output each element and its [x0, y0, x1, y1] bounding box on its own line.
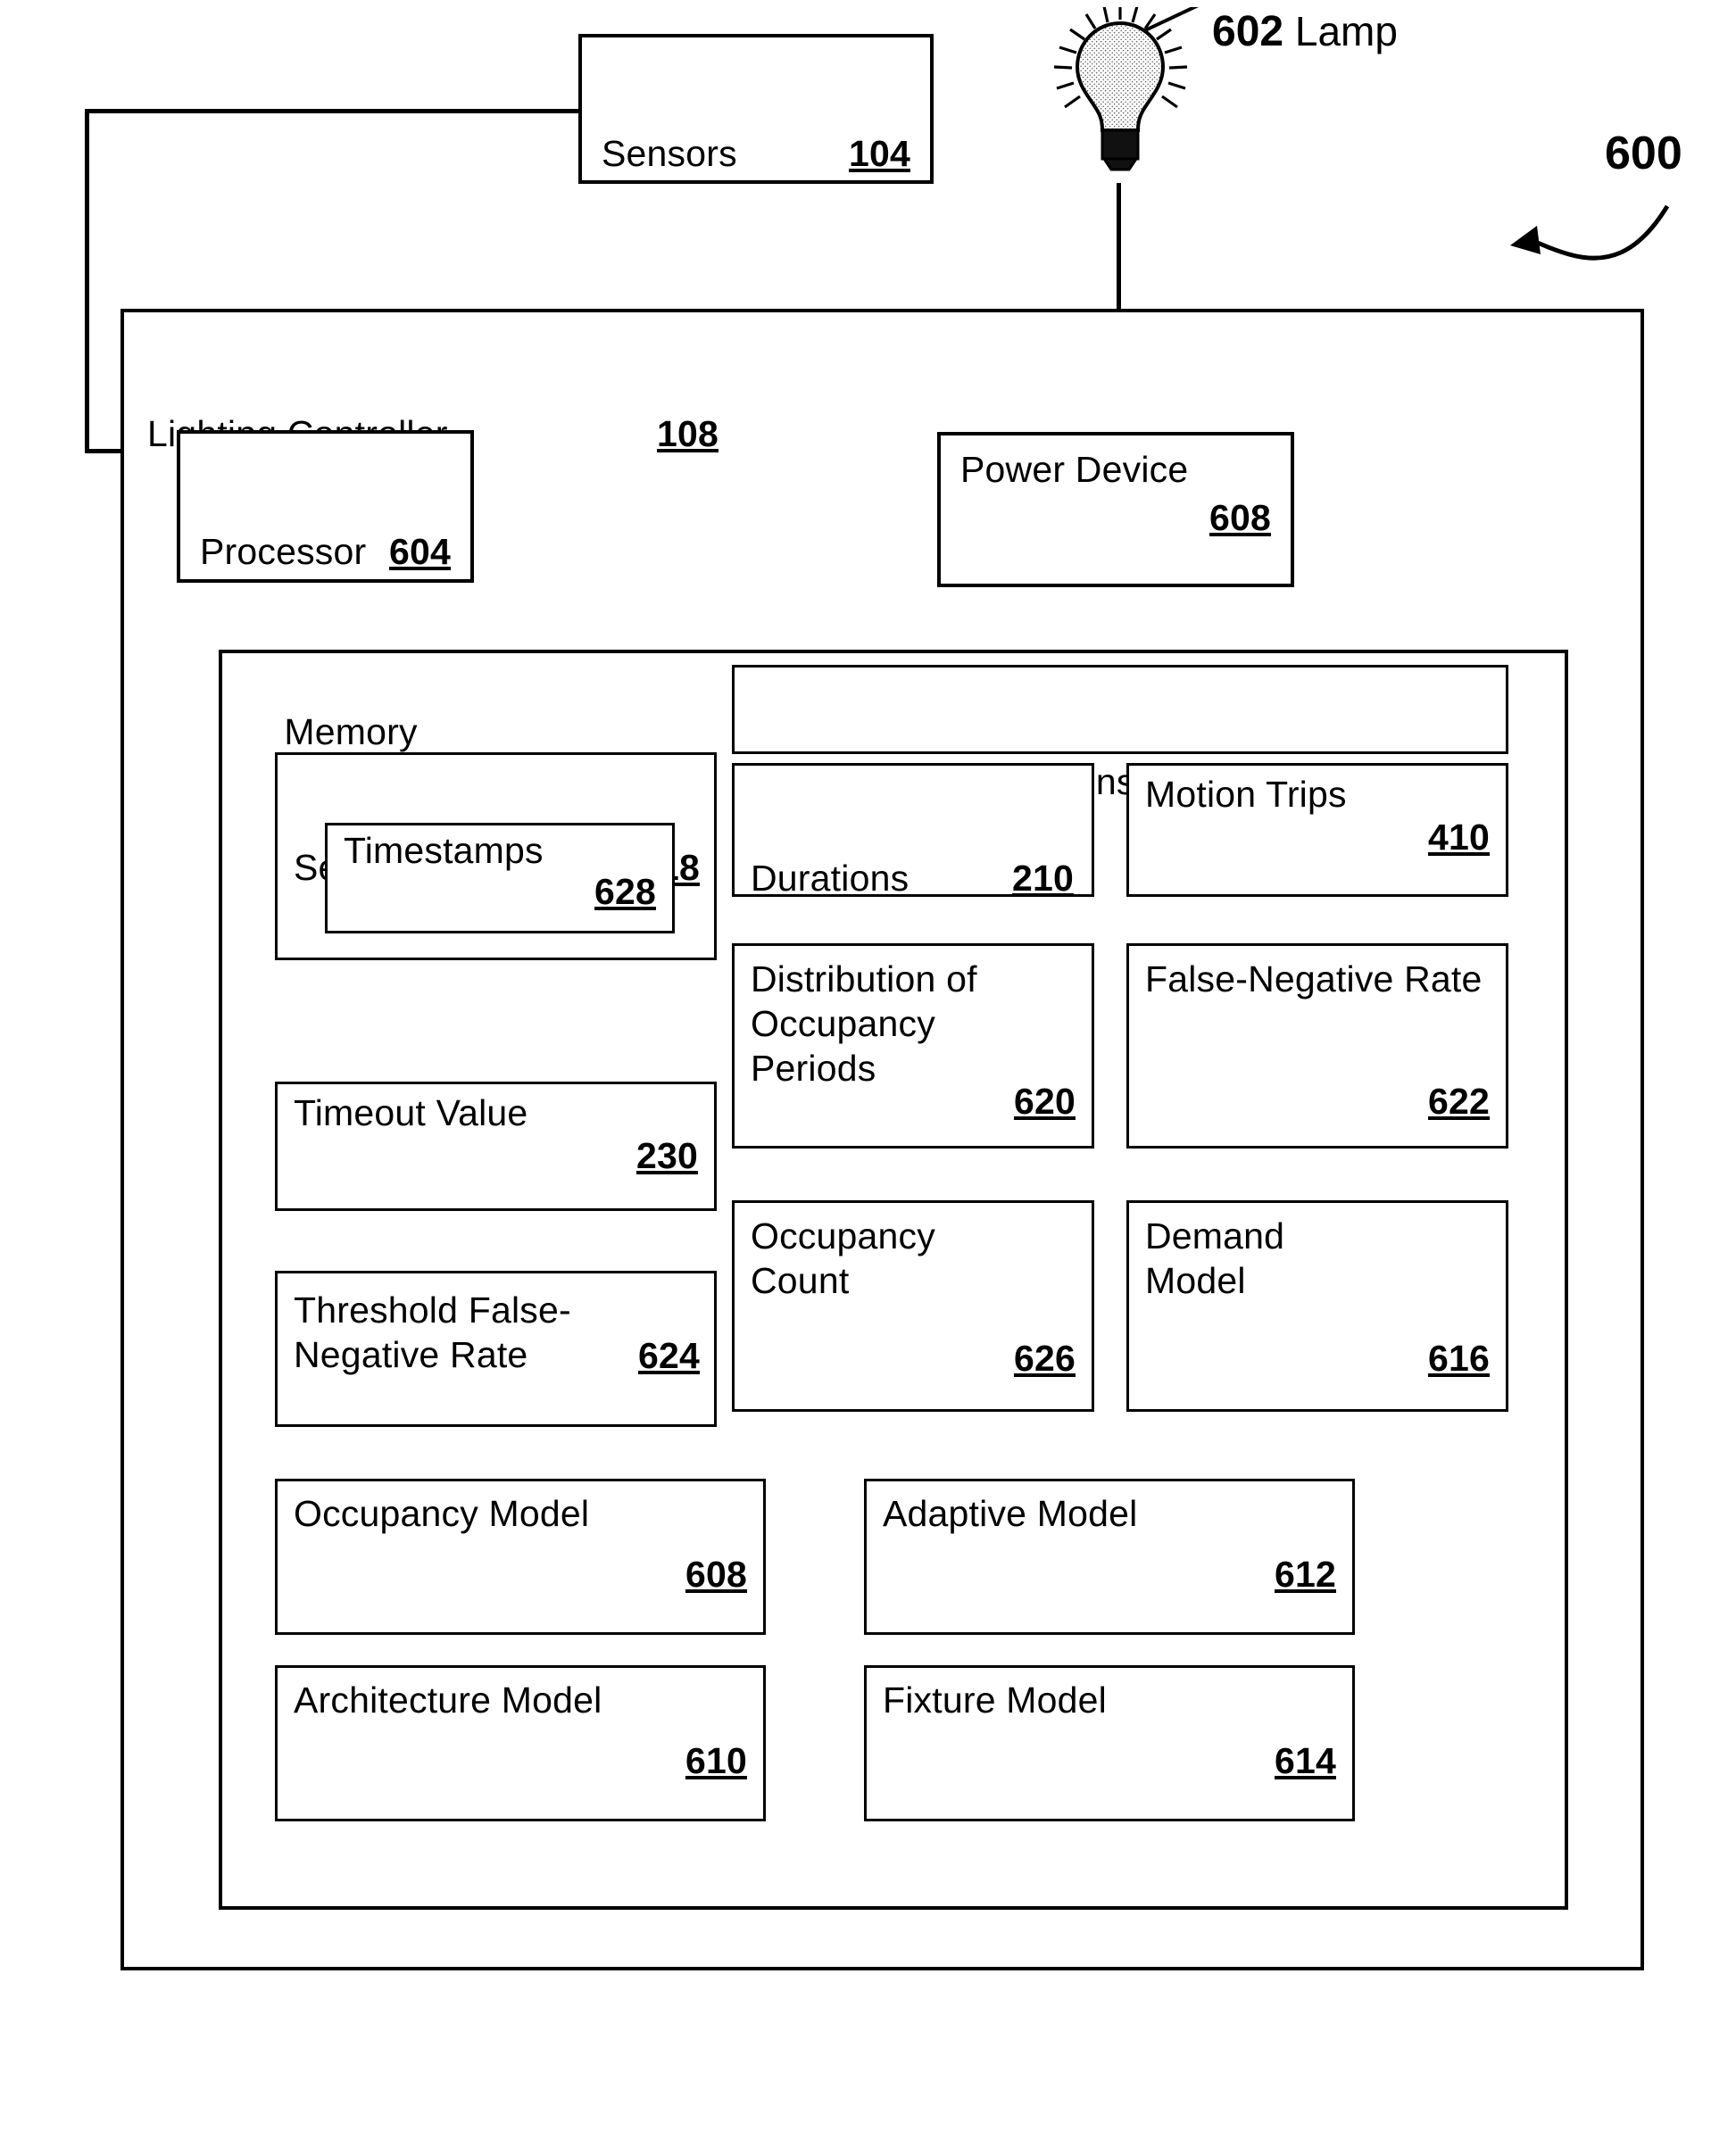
distribution-of-occupancy-periods-box: Distribution of Occupancy Periods 620: [732, 943, 1094, 1149]
motion-trips-ref: 410: [1427, 817, 1490, 858]
motion-trips-box: Motion Trips 410: [1126, 763, 1508, 897]
architecture-model-ref: 610: [685, 1740, 747, 1781]
timestamps-ref: 628: [594, 871, 656, 912]
false-negative-rate-box: False-Negative Rate 622: [1126, 943, 1508, 1149]
fixture-model-box: Fixture Model 614: [864, 1665, 1355, 1821]
demand-model-title: Demand Model: [1145, 1215, 1295, 1302]
durations-title: Durations: [751, 857, 910, 899]
timestamps-title: Timestamps: [344, 830, 544, 871]
processor-title: Processor: [200, 530, 367, 572]
sensors-label-row: Sensors 104: [602, 52, 910, 257]
distribution-of-occupancy-periods-title: Distribution of Occupancy Periods: [751, 958, 988, 1090]
connector-sensors-to-processor-horizontal-top: [85, 109, 583, 113]
adaptive-model-box: Adaptive Model 612: [864, 1479, 1355, 1635]
durations-ref: 210: [1011, 857, 1074, 899]
figure-number-arrow: [1510, 204, 1670, 261]
durations-box: Durations 210: [732, 763, 1094, 899]
demand-model-ref: 616: [1427, 1338, 1490, 1379]
memory-title: Memory: [284, 710, 418, 752]
lamp-icon: [1031, 0, 1209, 190]
processor-box: Processor 604: [177, 430, 474, 583]
lamp-ref: 602: [1212, 8, 1284, 55]
timestamps-box: Timestamps 628: [325, 823, 675, 933]
timeout-value-title: Timeout Value: [294, 1092, 528, 1133]
false-negative-rate-title: False-Negative Rate: [1145, 958, 1483, 999]
frequency-of-durations-box: Frequency of Durations 220: [732, 665, 1508, 802]
figure-canvas: Sensors 104 602 Lamp 600 108 Processor 6…: [0, 0, 1736, 2148]
architecture-model-title: Architecture Model: [294, 1679, 602, 1721]
processor-label-row: Processor 604: [200, 450, 451, 655]
motion-trips-title: Motion Trips: [1145, 774, 1347, 815]
power-device-title: Power Device: [960, 449, 1189, 490]
processor-ref: 604: [388, 530, 451, 572]
sensors-box: Sensors 104: [578, 34, 934, 184]
architecture-model-box: Architecture Model 610: [275, 1665, 766, 1821]
distribution-of-occupancy-periods-ref: 620: [1013, 1081, 1076, 1122]
connector-sensors-to-processor-vertical: [85, 109, 89, 453]
fixture-model-title: Fixture Model: [883, 1679, 1107, 1721]
sensor-data-box: Sensor Data 618 Timestamps 628: [275, 752, 717, 960]
occupancy-count-ref: 626: [1013, 1338, 1076, 1379]
threshold-false-negative-rate-ref: 624: [637, 1335, 700, 1376]
threshold-false-negative-rate-title: Threshold False-Negative Rate: [294, 1290, 571, 1376]
adaptive-model-ref: 612: [1274, 1554, 1336, 1595]
power-device-box: Power Device 608: [937, 432, 1294, 587]
figure-number: 600: [1605, 128, 1682, 179]
lamp-callout: 602 Lamp: [1212, 7, 1398, 56]
sensors-title: Sensors: [602, 132, 737, 174]
occupancy-model-box: Occupancy Model 608: [275, 1479, 766, 1635]
occupancy-count-box: Occupancy Count 626: [732, 1200, 1094, 1412]
timeout-value-box: Timeout Value 230: [275, 1082, 717, 1211]
adaptive-model-title: Adaptive Model: [883, 1493, 1138, 1534]
threshold-false-negative-rate-box: Threshold False-Negative Rate 624: [275, 1271, 717, 1427]
occupancy-model-ref: 608: [685, 1554, 747, 1595]
sensors-ref: 104: [848, 132, 910, 174]
lighting-controller-ref: 108: [656, 412, 718, 454]
power-device-ref: 608: [1209, 497, 1271, 538]
false-negative-rate-ref: 622: [1427, 1081, 1490, 1122]
fixture-model-ref: 614: [1274, 1740, 1336, 1781]
lamp-label: Lamp: [1294, 8, 1398, 54]
demand-model-box: Demand Model 616: [1126, 1200, 1508, 1412]
occupancy-model-title: Occupancy Model: [294, 1493, 590, 1534]
occupancy-count-title: Occupancy Count: [751, 1215, 946, 1302]
timeout-value-ref: 230: [635, 1135, 698, 1176]
